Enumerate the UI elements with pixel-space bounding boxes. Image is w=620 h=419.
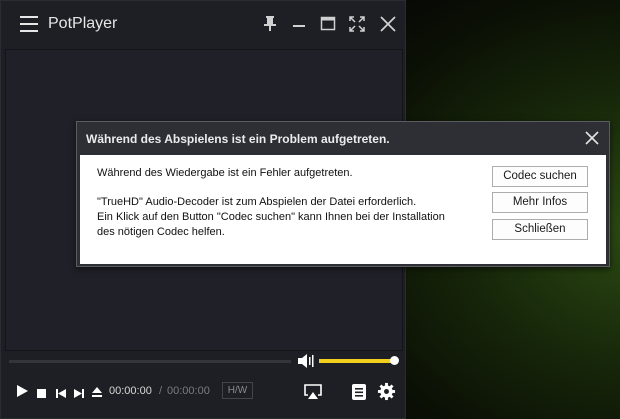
error-message-line3: Ein Klick auf den Button "Codec suchen" … — [97, 211, 445, 223]
app-title: PotPlayer — [48, 15, 118, 32]
error-dialog: Während des Abspielens ist ein Problem a… — [76, 121, 610, 267]
close-icon[interactable] — [377, 13, 399, 35]
next-icon[interactable] — [73, 386, 85, 404]
pin-icon[interactable] — [259, 13, 281, 35]
playlist-icon[interactable] — [351, 383, 367, 406]
previous-icon[interactable] — [55, 386, 67, 404]
codec-search-button[interactable]: Codec suchen — [492, 166, 588, 187]
settings-gear-icon[interactable] — [377, 382, 396, 406]
play-icon[interactable] — [15, 384, 29, 403]
error-message-line2: "TrueHD" Audio-Decoder ist zum Abspielen… — [97, 196, 417, 208]
volume-slider[interactable] — [319, 359, 394, 363]
error-message-line4: des nötigen Codec helfen. — [97, 226, 225, 238]
stop-icon[interactable] — [36, 386, 47, 404]
dialog-close-icon[interactable] — [583, 129, 601, 147]
volume-icon[interactable] — [297, 353, 315, 369]
fullscreen-icon[interactable] — [346, 13, 368, 35]
maximize-icon[interactable] — [317, 13, 339, 35]
cast-icon[interactable] — [303, 383, 323, 406]
dialog-title: Während des Abspielens ist ein Problem a… — [86, 132, 390, 146]
current-time: 00:00:00 — [109, 385, 152, 397]
title-bar[interactable]: PotPlayer — [1, 1, 405, 47]
dialog-body: Während des Wiedergabe ist ein Fehler au… — [80, 155, 606, 264]
total-time: 00:00:00 — [167, 385, 210, 397]
volume-slider-handle[interactable] — [390, 356, 399, 365]
minimize-icon[interactable] — [288, 13, 310, 35]
error-message-line1: Während des Wiedergabe ist ein Fehler au… — [97, 167, 353, 179]
eject-icon[interactable] — [91, 385, 103, 403]
menu-icon[interactable] — [20, 16, 38, 32]
close-dialog-button[interactable]: Schließen — [492, 219, 588, 240]
time-separator: / — [159, 385, 163, 397]
more-info-button[interactable]: Mehr Infos — [492, 192, 588, 213]
hw-decoder-badge[interactable]: H/W — [222, 382, 253, 399]
seek-bar[interactable] — [9, 360, 291, 363]
